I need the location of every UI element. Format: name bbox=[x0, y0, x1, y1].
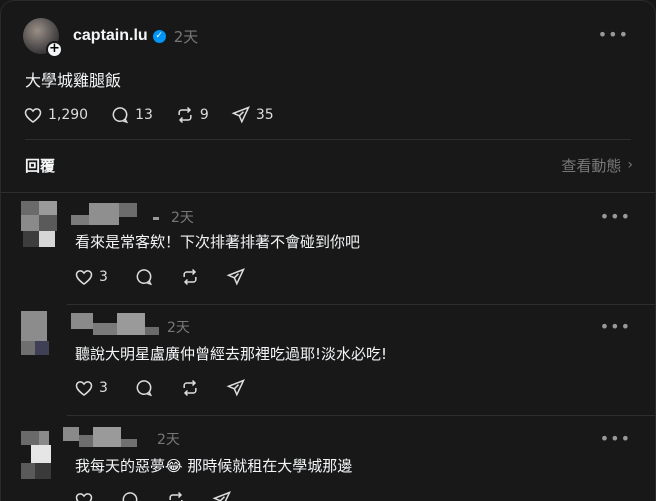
like-button[interactable]: 1,290 bbox=[23, 105, 88, 125]
post-actions: 1,290 13 9 35 bbox=[23, 105, 296, 125]
reply-item: 2天 ••• 聽說大明星盧廣仲曾經去那裡吃過耶!淡水必吃! 3 bbox=[1, 311, 655, 411]
repost-icon bbox=[183, 268, 197, 286]
thread-card: + captain.lu ✓ 2天 ••• 大學城雞腿飯 1,290 13 9 … bbox=[0, 0, 656, 501]
like-button[interactable]: 3 bbox=[74, 378, 108, 398]
share-icon bbox=[226, 268, 245, 286]
repost-icon bbox=[169, 491, 183, 501]
verified-badge-icon: ✓ bbox=[152, 29, 166, 43]
comment-icon bbox=[136, 269, 153, 286]
share-button[interactable] bbox=[212, 490, 232, 501]
like-count: 1,290 bbox=[48, 107, 89, 123]
repost-button[interactable] bbox=[180, 267, 200, 287]
repost-button[interactable] bbox=[180, 378, 200, 398]
reply-text: 看來是常客欸！下次排著排著不會碰到你吧 bbox=[75, 233, 361, 251]
view-activity-link[interactable]: 查看動態 › bbox=[561, 155, 633, 176]
share-icon bbox=[231, 106, 250, 124]
username-redacted[interactable] bbox=[61, 425, 153, 447]
divider bbox=[1, 192, 655, 193]
heart-icon bbox=[75, 493, 93, 501]
divider bbox=[25, 139, 631, 140]
repost-icon bbox=[178, 106, 192, 124]
reply-item: 2天 ••• 看來是常客欸！下次排著排著不會碰到你吧 3 bbox=[1, 201, 655, 301]
comment-button[interactable] bbox=[134, 267, 154, 287]
comment-icon bbox=[112, 107, 129, 124]
post-text: 大學城雞腿飯 bbox=[25, 71, 122, 90]
share-button[interactable]: 35 bbox=[231, 105, 274, 125]
comment-button[interactable] bbox=[134, 378, 154, 398]
share-icon bbox=[212, 491, 231, 501]
plus-icon[interactable]: + bbox=[46, 41, 63, 58]
share-icon bbox=[226, 379, 245, 397]
chevron-right-icon: › bbox=[627, 157, 633, 173]
like-button[interactable]: 3 bbox=[74, 267, 108, 287]
replies-bar: 回覆 查看動態 › bbox=[25, 153, 633, 177]
more-icon[interactable]: ••• bbox=[600, 317, 631, 336]
reply-time[interactable]: 2天 bbox=[157, 429, 180, 449]
repost-icon bbox=[183, 379, 197, 397]
post-header: + captain.lu ✓ 2天 bbox=[23, 17, 199, 58]
replies-label: 回覆 bbox=[25, 156, 56, 175]
heart-icon bbox=[75, 270, 93, 286]
heart-icon bbox=[75, 381, 93, 397]
avatar[interactable] bbox=[21, 311, 57, 375]
avatar[interactable] bbox=[21, 423, 57, 487]
post-time[interactable]: 2天 bbox=[174, 26, 199, 47]
username-redacted[interactable] bbox=[71, 203, 163, 225]
reply-item: 2天 ••• 我每天的惡夢😂 那時候就租在大學城那邊 bbox=[1, 423, 655, 501]
avatar[interactable]: + bbox=[23, 18, 63, 58]
username[interactable]: captain.lu bbox=[73, 27, 148, 45]
comment-icon bbox=[136, 380, 153, 397]
like-button[interactable] bbox=[74, 490, 94, 501]
username-redacted[interactable] bbox=[71, 313, 163, 335]
repost-button[interactable] bbox=[166, 490, 186, 501]
reply-actions bbox=[74, 490, 258, 501]
repost-button[interactable]: 9 bbox=[175, 105, 209, 125]
like-count: 3 bbox=[99, 380, 108, 396]
like-count: 3 bbox=[99, 269, 108, 285]
share-button[interactable] bbox=[226, 378, 246, 398]
repost-count: 9 bbox=[199, 107, 209, 123]
reply-text: 聽說大明星盧廣仲曾經去那裡吃過耶!淡水必吃! bbox=[75, 345, 388, 363]
more-icon[interactable]: ••• bbox=[600, 429, 631, 448]
share-count: 35 bbox=[255, 107, 274, 123]
share-button[interactable] bbox=[226, 267, 246, 287]
comment-icon bbox=[122, 492, 138, 501]
divider bbox=[67, 304, 655, 305]
comment-button[interactable]: 13 bbox=[110, 105, 153, 125]
view-activity-label: 查看動態 bbox=[561, 156, 622, 175]
reply-text: 我每天的惡夢😂 那時候就租在大學城那邊 bbox=[75, 457, 353, 475]
comment-count: 13 bbox=[135, 107, 153, 123]
reply-actions: 3 bbox=[74, 267, 272, 287]
reply-time[interactable]: 2天 bbox=[171, 207, 194, 227]
avatar[interactable] bbox=[21, 201, 57, 265]
reply-time[interactable]: 2天 bbox=[167, 317, 190, 337]
more-icon[interactable]: ••• bbox=[600, 207, 631, 226]
reply-actions: 3 bbox=[74, 378, 272, 398]
heart-icon bbox=[24, 108, 42, 124]
divider bbox=[67, 415, 655, 416]
comment-button[interactable] bbox=[120, 490, 140, 501]
more-icon[interactable]: ••• bbox=[598, 25, 629, 44]
